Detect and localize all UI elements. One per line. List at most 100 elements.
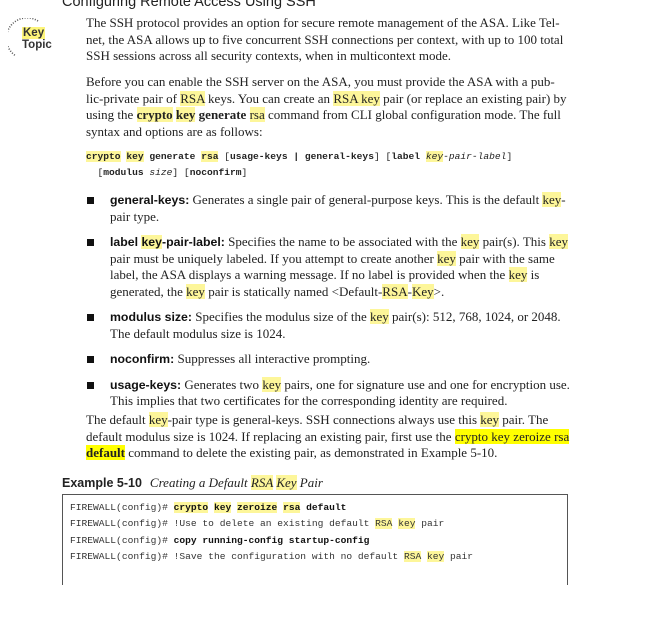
highlight-key: Key [411, 283, 434, 299]
highlight-key: key [549, 234, 568, 249]
option-term: general-keys: [110, 193, 190, 207]
text: Pair [296, 475, 323, 490]
cli-prompt: FIREWALL(config)# [70, 502, 174, 513]
syntax-generate: generate [149, 151, 196, 162]
example-caption: Creating a Default RSA Key Pair [150, 475, 323, 490]
key-topic-key: Key [22, 27, 46, 39]
highlight-rsa: rsa [249, 107, 265, 122]
syntax-key: key [126, 151, 144, 162]
bullet-square-icon [87, 239, 94, 246]
option-term: label key-pair-label: [110, 235, 225, 249]
highlight-crypto: crypto [136, 107, 173, 122]
bracket: ] [172, 167, 179, 178]
command-inline: crypto key generate [136, 107, 247, 122]
highlight-key: key [398, 518, 416, 530]
list-item: modulus size: Specifies the modulus size… [84, 309, 574, 342]
highlight-key: key [460, 234, 480, 249]
list-item: noconfirm: Suppresses all interactive pr… [84, 351, 574, 368]
cmd-zeroize: zeroize [237, 502, 278, 513]
comment: !Save the configuration with no default [173, 550, 404, 562]
text: >. [433, 283, 445, 299]
text: -pair-label: [161, 235, 225, 249]
rsa-paragraph: Before you can enable the SSH server on … [86, 74, 570, 140]
cmd-copy: copy running-config startup-config [173, 534, 370, 546]
text: pair is statically named <Default- [204, 283, 383, 299]
cmd-key: key [213, 502, 232, 513]
syntax-pipe: | [287, 151, 305, 162]
syntax-size: size [149, 167, 173, 178]
text: RSA [333, 90, 358, 106]
text: Specifies the name to be associated with… [224, 234, 461, 249]
syntax-usage-keys: usage-keys [230, 151, 288, 162]
option-term: modulus size: [110, 310, 192, 324]
highlight-key: key [508, 267, 528, 282]
key-topic-topic: Topic [22, 39, 52, 51]
syntax-label: label [391, 151, 421, 162]
cmd-crypto: crypto [173, 502, 209, 513]
code-line: FIREWALL(config)# crypto key zeroize rsa… [70, 502, 346, 513]
cli-prompt: FIREWALL(config)# [70, 550, 174, 562]
option-term: noconfirm: [110, 352, 175, 366]
text: Creating a Default [149, 475, 251, 490]
highlight-key: key [370, 309, 389, 324]
highlight-key: key [148, 412, 168, 427]
bracket: ] [506, 151, 513, 162]
syntax-key-italic: key [425, 151, 444, 162]
text: Specifies the modulus size of the [192, 309, 370, 324]
code-line: FIREWALL(config)# !Use to delete an exis… [70, 518, 445, 530]
comment: pair [415, 518, 445, 530]
text: pair(s). This [479, 234, 550, 249]
cli-prompt: FIREWALL(config)# [70, 518, 174, 530]
syntax-modulus: modulus [103, 167, 144, 178]
highlight-key: key [262, 376, 282, 392]
highlight-rsa: RSA [382, 283, 408, 299]
text: pair must be uniquely labeled. If you at… [110, 250, 438, 266]
example-number: Example 5-10 [62, 476, 142, 490]
syntax-pair-label: -pair-label [443, 151, 507, 162]
list-item: general-keys: Generates a single pair of… [84, 192, 574, 225]
cli-prompt: FIREWALL(config)# [70, 534, 174, 546]
highlight-key: key [542, 192, 562, 207]
cmd-rsa: rsa [283, 502, 301, 513]
options-list: general-keys: Generates a single pair of… [84, 192, 574, 419]
syntax-crypto: crypto [86, 151, 121, 162]
text: generate [198, 107, 247, 122]
text: The default [86, 412, 149, 427]
bullet-square-icon [87, 197, 94, 204]
section-heading: Configuring Remote Access Using SSH [62, 0, 316, 10]
text: Generates a single pair of general-purpo… [189, 192, 543, 207]
text: label [110, 235, 142, 249]
list-item: label key-pair-label: Specifies the name… [84, 234, 574, 300]
syntax-general-keys: general-keys [304, 151, 374, 162]
key-topic-label: Key Topic [22, 27, 52, 51]
highlight-key: key [426, 550, 445, 562]
highlight-key: key [437, 250, 456, 266]
highlight-key: key [186, 283, 205, 299]
bullet-square-icon [87, 314, 94, 321]
command-syntax: crypto key generate rsa [usage-keys | ge… [86, 149, 512, 181]
bracket: ] [241, 167, 248, 178]
syntax-noconfirm: noconfirm [189, 167, 242, 178]
default-key-paragraph: The default key-pair type is general-key… [86, 412, 570, 462]
highlight-rsa: RSA [250, 475, 274, 490]
highlight-key: key [480, 412, 500, 427]
highlight-rsa: RSA [375, 518, 393, 530]
highlight-rsa: RSA [403, 550, 422, 562]
highlight-rsa: RSA [180, 90, 205, 106]
text: default [86, 445, 125, 460]
code-line: FIREWALL(config)# !Save the configuratio… [70, 550, 474, 562]
highlight-key: key [141, 235, 162, 249]
text: key [361, 90, 380, 106]
intro-paragraph: The SSH protocol provides an option for … [86, 15, 564, 63]
code-line: FIREWALL(config)# copy running-config st… [70, 535, 369, 546]
bullet-square-icon [87, 356, 94, 363]
cmd-default: default [306, 502, 347, 513]
key-topic-badge: Key Topic [8, 18, 54, 60]
text: Suppresses all interactive prompting. [174, 351, 371, 366]
comment: pair [444, 550, 474, 562]
highlight-key: Key [276, 475, 297, 490]
bullet-square-icon [87, 381, 94, 389]
highlight-key: key [175, 107, 196, 122]
example-title: Example 5-10 Creating a Default RSA Key P… [62, 474, 323, 492]
text: -pair type is general-keys. SSH connecti… [167, 412, 481, 427]
